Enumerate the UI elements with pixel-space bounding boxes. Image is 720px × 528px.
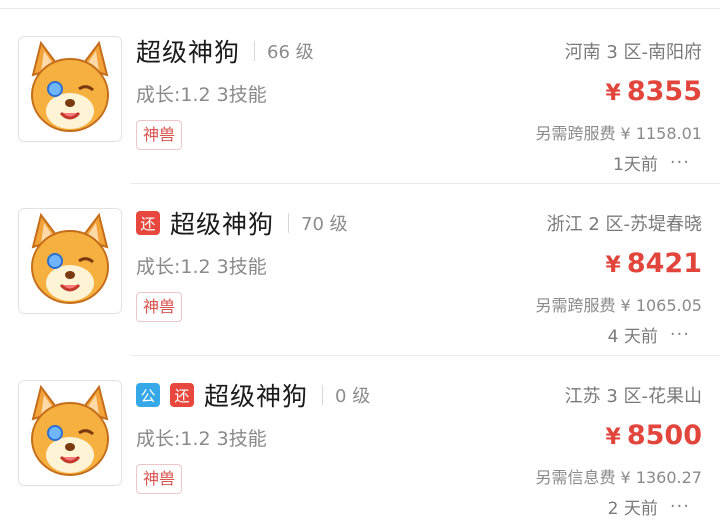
currency-symbol: ¥	[605, 253, 621, 278]
server-name: 浙江 2 区-苏堤春晓	[546, 214, 702, 235]
pet-avatar-icon[interactable]	[18, 208, 122, 314]
pet-avatar-icon[interactable]	[18, 36, 122, 142]
pet-type-badge: 神兽	[136, 292, 183, 322]
more-dots-icon[interactable]: ···	[670, 152, 690, 173]
pet-name: 超级神狗	[136, 38, 241, 67]
pet-avatar-icon[interactable]	[18, 380, 122, 486]
time-row: 2 天前 ···	[608, 494, 690, 519]
more-dots-icon[interactable]: ···	[670, 324, 690, 345]
time-row: 1天前 ···	[613, 150, 690, 175]
pet-level: 0 级	[335, 386, 371, 407]
price: ¥8500	[606, 420, 702, 451]
pet-name: 超级神狗	[170, 210, 275, 239]
time-row: 4 天前 ···	[608, 322, 690, 347]
currency-symbol: ¥	[605, 81, 621, 106]
title-separator	[288, 213, 290, 233]
extra-fee: 另需跨服费 ¥ 1065.05	[535, 296, 702, 315]
server-name: 河南 3 区-南阳府	[564, 42, 702, 63]
extra-fee: 另需信息费 ¥ 1360.27	[535, 468, 702, 487]
price: ¥8421	[606, 248, 702, 279]
listing-item[interactable]: 公 还 超级神狗 0 级 成长:1.2 3技能 神兽 江苏 3 区-花果山 ¥8…	[0, 356, 720, 528]
top-divider	[0, 8, 720, 9]
title-row: 超级神狗 66 级	[136, 34, 314, 68]
listing-item[interactable]: 超级神狗 66 级 成长:1.2 3技能 神兽 河南 3 区-南阳府 ¥8355…	[0, 12, 720, 184]
listing-item[interactable]: 还 超级神狗 70 级 成长:1.2 3技能 神兽 浙江 2 区-苏堤春晓 ¥8…	[0, 184, 720, 356]
listing-time: 2 天前	[607, 499, 658, 519]
pet-level: 70 级	[301, 214, 348, 235]
listing-time: 1天前	[613, 155, 658, 175]
pet-level: 66 级	[267, 42, 314, 63]
extra-fee: 另需跨服费 ¥ 1158.01	[535, 124, 702, 143]
tag-huan-icon: 还	[170, 383, 194, 407]
server-name: 江苏 3 区-花果山	[564, 386, 702, 407]
pet-stats: 成长:1.2 3技能	[136, 428, 267, 450]
currency-symbol: ¥	[605, 425, 621, 450]
pet-stats: 成长:1.2 3技能	[136, 84, 267, 106]
pet-name: 超级神狗	[204, 382, 309, 411]
title-row: 公 还 超级神狗 0 级	[136, 378, 370, 412]
pet-stats: 成长:1.2 3技能	[136, 256, 267, 278]
price-value: 8355	[626, 76, 702, 107]
listing-list: 超级神狗 66 级 成长:1.2 3技能 神兽 河南 3 区-南阳府 ¥8355…	[0, 12, 720, 528]
more-dots-icon[interactable]: ···	[670, 496, 690, 517]
tag-huan-icon: 还	[136, 211, 160, 235]
price-value: 8421	[626, 248, 702, 279]
pet-type-badge: 神兽	[136, 464, 183, 494]
title-separator	[322, 385, 324, 405]
tag-gong-icon: 公	[136, 383, 160, 407]
title-separator	[254, 41, 256, 61]
pet-type-badge: 神兽	[136, 120, 183, 150]
listing-time: 4 天前	[607, 327, 658, 347]
price: ¥8355	[606, 76, 702, 107]
price-value: 8500	[626, 420, 702, 451]
title-row: 还 超级神狗 70 级	[136, 206, 348, 240]
